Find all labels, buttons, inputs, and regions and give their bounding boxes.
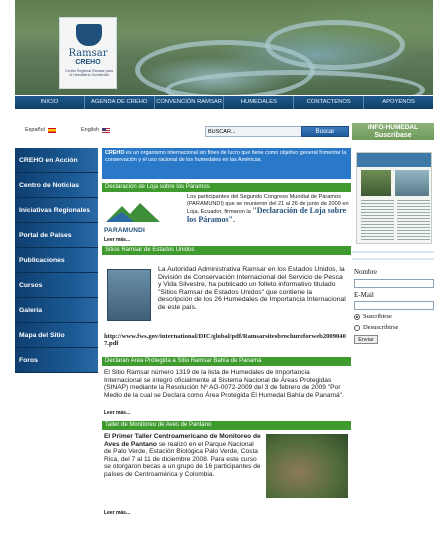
sidebar-item-noticias[interactable]: Centro de Noticias bbox=[15, 173, 98, 198]
main-nav: INICIO AGENDA DE CREHO CONVENCIÓN RAMSAR… bbox=[15, 96, 433, 109]
sidebar-item-galeria[interactable]: Galeria bbox=[15, 298, 98, 323]
spain-flag-icon bbox=[47, 127, 56, 133]
nav-humedales[interactable]: HUMEDALES bbox=[224, 96, 295, 109]
radio-subscribe[interactable] bbox=[354, 313, 360, 320]
info-humedal-subscribe[interactable]: INFO-HUMEDAL Suscribase bbox=[352, 123, 434, 140]
sidebar-item-cursos[interactable]: Cursos bbox=[15, 273, 98, 298]
paramundi-logo: PARAMUNDI bbox=[104, 200, 162, 234]
nav-apoyenos[interactable]: APOYENOS bbox=[364, 96, 433, 109]
logo-subtitle: Centro Regional Ramsar para el Hemisferi… bbox=[65, 69, 113, 78]
subscribe-option-label: Suscribirse bbox=[363, 313, 392, 320]
unsubscribe-option[interactable]: Desuscribirse bbox=[354, 324, 398, 331]
read-more-link[interactable]: Leer más... bbox=[104, 237, 130, 244]
divider bbox=[352, 258, 434, 260]
lang-spanish-label: Español bbox=[25, 127, 45, 133]
sidebar-item-portal-paises[interactable]: Portal de Países bbox=[15, 223, 98, 248]
news-title-bahia-panama[interactable]: Declaran Área Protegida a Sitio Ramsar B… bbox=[102, 357, 351, 366]
unsubscribe-option-label: Desuscribirse bbox=[363, 324, 399, 331]
paramundi-logo-text: PARAMUNDI bbox=[104, 227, 146, 234]
read-more-link[interactable]: Leer más... bbox=[104, 410, 130, 417]
read-more-link[interactable]: Leer más... bbox=[104, 510, 130, 517]
lang-english[interactable]: English bbox=[81, 127, 111, 133]
sidebar-item-foros[interactable]: Foros bbox=[15, 348, 98, 373]
sidebar-item-publicaciones[interactable]: Publicaciones bbox=[15, 248, 98, 273]
email-field[interactable] bbox=[354, 301, 434, 310]
radio-unsubscribe[interactable] bbox=[354, 324, 360, 331]
send-button[interactable]: Enviar bbox=[354, 335, 378, 344]
lang-spanish[interactable]: Español bbox=[25, 127, 56, 133]
main-content: CREHO es un organismo internacional sin … bbox=[102, 148, 351, 518]
news-body-loja: Los participantes del Segundo Congreso M… bbox=[187, 194, 349, 224]
search-button[interactable]: Buscar bbox=[301, 126, 349, 137]
info-humedal-title: INFO-HUMEDAL bbox=[367, 124, 419, 131]
workshop-photo bbox=[266, 434, 348, 498]
intro-box: CREHO es un organismo internacional sin … bbox=[102, 148, 351, 179]
news-title-loja[interactable]: Declaración de Loja sobre los Páramos bbox=[102, 183, 351, 192]
intro-lead: CREHO bbox=[105, 150, 125, 156]
nav-inicio[interactable]: INICIO bbox=[15, 96, 85, 109]
news-body-bahia-panama: El Sitio Ramsar número 1319 de la lista … bbox=[104, 369, 344, 399]
news-body-ramsar-usa: La Autoridad Administrativa Ramsar en lo… bbox=[158, 266, 346, 311]
subscribe-option[interactable]: Suscribirse bbox=[354, 313, 392, 320]
newsletter-cover-image[interactable] bbox=[356, 152, 432, 244]
sidebar-item-iniciativas[interactable]: Iniciativas Regionales bbox=[15, 198, 98, 223]
mountain-icon bbox=[106, 203, 160, 222]
nav-contactenos[interactable]: CONTACTENOS bbox=[294, 96, 365, 109]
news-item-ramsar-usa: La Autoridad Administrativa Ramsar en lo… bbox=[102, 255, 351, 357]
search-box bbox=[205, 126, 309, 137]
logo-creho-text: CREHO bbox=[75, 59, 101, 66]
brochure-pdf-link[interactable]: http://www.fws.gov/international/DIC/glo… bbox=[104, 333, 350, 347]
news-body-aves-pantano: El Primer Taller Centroamericano de Moni… bbox=[104, 433, 262, 479]
nav-convencion[interactable]: CONVENCIÓN RAMSAR bbox=[155, 96, 225, 109]
search-input[interactable] bbox=[206, 127, 308, 136]
news-title-ramsar-usa[interactable]: Sitios Ramsar de Estados Unidos bbox=[102, 246, 351, 255]
ramsar-creho-logo[interactable]: Ramsar CREHO Centro Regional Ramsar para… bbox=[59, 17, 117, 89]
intro-text: es un organismo internacional sin fines … bbox=[105, 150, 347, 163]
sidebar: CREHO en Acción Centro de Noticias Inici… bbox=[15, 148, 98, 373]
info-humedal-subscribe-label: Suscribase bbox=[374, 131, 412, 139]
nav-agenda[interactable]: AGENDA DE CREHO bbox=[85, 96, 155, 109]
sidebar-item-mapa[interactable]: Mapa del Sitio bbox=[15, 323, 98, 348]
brochure-cover-image bbox=[107, 269, 151, 321]
news-item-loja: PARAMUNDI Los participantes del Segundo … bbox=[102, 192, 351, 246]
name-field[interactable] bbox=[354, 279, 434, 288]
email-label: E-Mail bbox=[354, 291, 374, 299]
news-item-aves-pantano: El Primer Taller Centroamericano de Moni… bbox=[102, 430, 351, 518]
lang-english-label: English bbox=[81, 127, 100, 133]
news-title-aves-pantano[interactable]: Taller de Monitoreo de Aves de Pantano bbox=[102, 421, 351, 430]
news-item-bahia-panama: El Sitio Ramsar número 1319 de la lista … bbox=[102, 366, 351, 421]
name-label: Nombre bbox=[354, 268, 377, 276]
header-banner: Ramsar CREHO Centro Regional Ramsar para… bbox=[15, 0, 433, 95]
usa-flag-icon bbox=[102, 127, 111, 133]
logo-ramsar-text: Ramsar bbox=[68, 48, 108, 59]
sidebar-item-creho-accion[interactable]: CREHO en Acción bbox=[15, 148, 98, 173]
ramsar-emblem-icon bbox=[76, 24, 102, 46]
divider bbox=[352, 251, 434, 253]
